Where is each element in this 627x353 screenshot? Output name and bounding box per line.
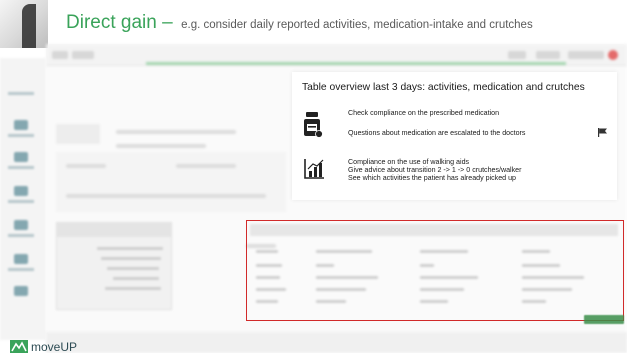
medication-compliance-text: Check compliance on the prescribed medic… [348,109,500,117]
panel-header [57,223,171,237]
panel-text [101,257,161,260]
medication-escalation-text: Questions about medication are escalated… [348,129,526,137]
app-tab [52,51,68,59]
walking-aids-compliance-text: Compliance on the use of walking aids [348,158,470,166]
app-text [116,130,236,134]
blurred-summary-panel [56,222,172,310]
app-menu [508,51,526,59]
app-tab [72,51,94,59]
moveup-logo-text: moveUP [31,340,78,353]
panel-text [113,277,159,280]
moveup-logo-icon [10,340,28,353]
sidebar-label [8,166,34,169]
sidebar-label [8,200,34,203]
sidebar-label [8,134,34,137]
slide-corner-decoration [0,0,48,48]
walking-aids-advice-text: Give advice about transition 2 -> 1 -> 0… [348,166,522,174]
sidebar-label [8,268,34,271]
blurred-bottom-bar [46,332,627,353]
app-user [568,51,604,59]
sidebar-icon [14,254,28,264]
table-highlight-box [246,220,624,321]
sidebar-icon [14,186,28,196]
slide-subtitle: e.g. consider daily reported activities,… [181,19,533,31]
slide-title: Direct gain – e.g. consider daily report… [66,12,533,34]
notification-dot [608,50,618,60]
sidebar-label [8,234,34,237]
app-text [66,164,106,168]
app-content [56,152,286,212]
pill-bottle-icon [304,112,323,138]
panel-text [105,287,161,290]
app-text [176,164,236,168]
app-menu [536,51,560,59]
card-title: Table overview last 3 days: activities, … [302,82,585,93]
sidebar-icon [14,286,28,296]
panel-text [97,247,163,250]
sidebar-label [8,92,34,95]
flag-icon [598,128,607,137]
sidebar-icon [14,152,28,162]
bar-chart-icon [304,159,324,179]
app-progress-strip [146,62,566,65]
app-text [116,144,206,148]
sidebar-icon [14,120,28,130]
activities-text: See which activities the patient has alr… [348,174,516,182]
blurred-app-sidebar [0,58,46,340]
overview-card: Table overview last 3 days: activities, … [292,72,617,200]
slide-title-main: Direct gain – [66,12,173,33]
app-card [56,124,100,144]
sidebar-icon [14,220,28,230]
app-text [66,194,266,198]
blurred-action-button [584,315,624,324]
panel-text [107,267,159,270]
